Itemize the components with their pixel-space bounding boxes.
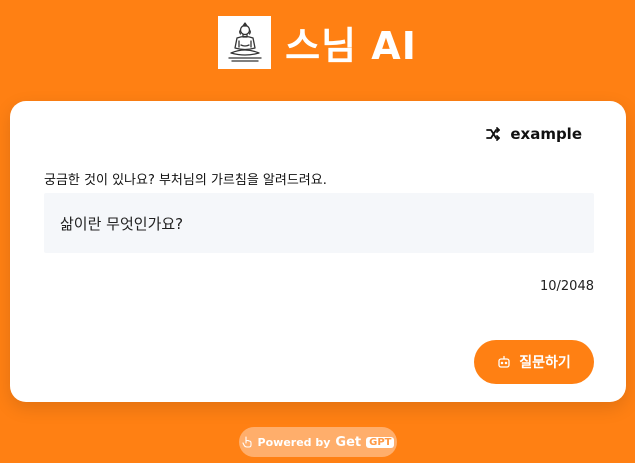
robot-icon xyxy=(498,355,510,368)
powered-by-text: Powered by xyxy=(257,435,331,449)
app-title: 스님 AI xyxy=(285,23,417,68)
ask-button-label: 질문하기 xyxy=(519,355,571,371)
question-card: example 궁금한 것이 있나요? 부처님의 가르침을 알려드려요. 10/… xyxy=(10,101,626,402)
example-button[interactable]: example xyxy=(486,125,582,143)
brand-gpt: GPT xyxy=(366,436,395,448)
example-label: example xyxy=(510,125,582,143)
prompt-label: 궁금한 것이 있나요? 부처님의 가르침을 알려드려요. xyxy=(44,173,327,188)
question-input[interactable] xyxy=(44,193,594,253)
hand-pointer-icon xyxy=(241,436,252,448)
ask-button[interactable]: 질문하기 xyxy=(474,340,594,384)
brand-get: Get xyxy=(335,434,362,450)
char-count: 10/2048 xyxy=(539,279,594,294)
buddha-meditating-icon xyxy=(227,22,262,62)
app-header: 스님 AI xyxy=(0,14,635,70)
shuffle-icon xyxy=(486,127,501,141)
powered-by-badge[interactable]: Powered by Get GPT xyxy=(239,427,397,457)
logo xyxy=(218,15,272,69)
